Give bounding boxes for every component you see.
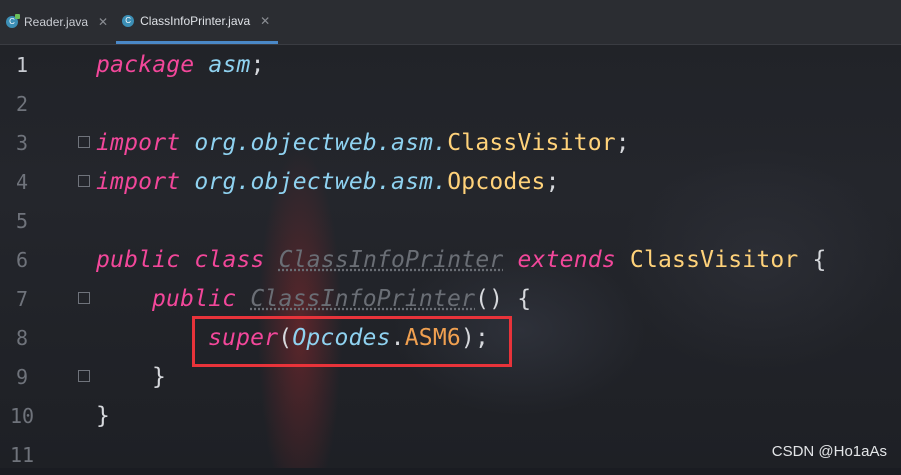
fold-marker-icon[interactable] xyxy=(78,136,90,148)
close-brace: } xyxy=(96,403,111,429)
semicolon: ; xyxy=(545,169,560,195)
keyword: public xyxy=(152,286,237,312)
java-class-icon: C xyxy=(122,14,135,27)
tab-label: ClassInfoPrinter.java xyxy=(140,13,251,28)
code-line-10: } xyxy=(96,397,110,436)
tab-label: Reader.java xyxy=(24,15,89,29)
keyword: import xyxy=(96,169,181,195)
tab-reader-java[interactable]: C Reader.java ✕ xyxy=(0,0,116,44)
line-number: 4 xyxy=(15,170,29,194)
semicolon: ; xyxy=(250,52,265,78)
semicolon: ; xyxy=(615,130,630,156)
keyword: import xyxy=(96,130,181,156)
code-line-7: public ClassInfoPrinter() { xyxy=(152,280,531,319)
code-line-9: } xyxy=(152,358,166,397)
java-class-icon: C xyxy=(6,14,20,28)
code-line-1: package asm; xyxy=(96,46,265,85)
import-package: org.objectweb.asm. xyxy=(194,130,448,156)
fold-marker-icon[interactable] xyxy=(78,370,90,382)
line-number: 1 xyxy=(15,53,29,77)
line-number: 9 xyxy=(15,365,29,389)
close-icon[interactable]: ✕ xyxy=(260,14,270,28)
code-line-4: import org.objectweb.asm.Opcodes; xyxy=(96,163,560,202)
close-brace: } xyxy=(152,364,167,390)
keyword: extends xyxy=(517,247,616,273)
open-brace: { xyxy=(812,247,827,273)
line-number: 6 xyxy=(15,248,29,272)
editor-tab-bar: C Reader.java ✕ C ClassInfoPrinter.java … xyxy=(0,0,901,45)
watermark: CSDN @Ho1aAs xyxy=(771,443,887,460)
code-line-6: public class ClassInfoPrinter extends Cl… xyxy=(96,241,827,280)
import-package: org.objectweb.asm. xyxy=(194,169,448,195)
line-number: 2 xyxy=(15,92,29,116)
highlight-annotation-box xyxy=(192,316,512,367)
keyword: class xyxy=(194,247,265,273)
package-name: asm xyxy=(208,52,251,78)
fold-marker-icon[interactable] xyxy=(78,175,90,187)
line-number: 7 xyxy=(15,287,29,311)
import-type: Opcodes xyxy=(447,169,546,195)
superclass-type: ClassVisitor xyxy=(629,247,799,273)
tab-classinfoprinter-java[interactable]: C ClassInfoPrinter.java ✕ xyxy=(116,0,279,44)
line-number: 5 xyxy=(15,209,29,233)
constructor-rest: () { xyxy=(475,286,532,312)
constructor-name: ClassInfoPrinter xyxy=(250,286,476,312)
keyword: public xyxy=(96,247,181,273)
line-number: 11 xyxy=(9,443,35,467)
fold-marker-icon[interactable] xyxy=(78,292,90,304)
line-number-gutter: 1 2 3 4 5 6 7 8 9 10 11 xyxy=(0,44,60,468)
class-name: ClassInfoPrinter xyxy=(278,247,504,273)
keyword: package xyxy=(96,52,195,78)
line-number: 10 xyxy=(9,404,35,428)
line-number: 8 xyxy=(15,326,29,350)
line-number: 3 xyxy=(15,131,29,155)
close-icon[interactable]: ✕ xyxy=(98,15,108,29)
code-line-3: import org.objectweb.asm.ClassVisitor; xyxy=(96,124,630,163)
import-type: ClassVisitor xyxy=(447,130,616,156)
